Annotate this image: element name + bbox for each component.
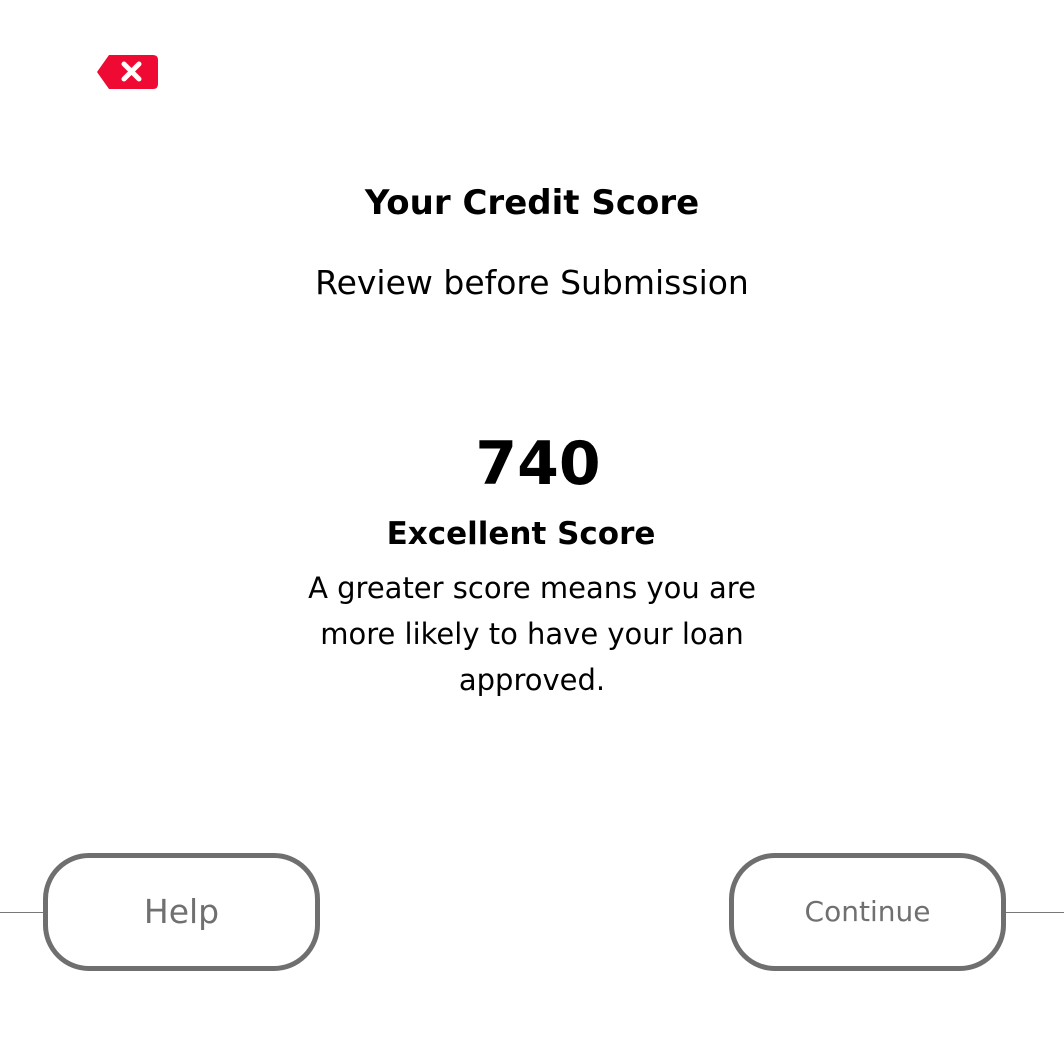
credit-score-value: 740 [475, 429, 601, 499]
page-title: Your Credit Score [364, 183, 700, 223]
backspace-x-icon [97, 55, 158, 89]
score-description: A greater score means you are more likel… [308, 571, 756, 697]
page-subtitle: Review before Submission [315, 263, 749, 302]
continue-button[interactable]: Continue [729, 853, 1006, 971]
score-rating-label: Excellent Score [386, 516, 656, 552]
footer-divider-right [1002, 912, 1064, 913]
help-button[interactable]: Help [43, 853, 320, 971]
footer-divider-left [0, 912, 46, 913]
close-button[interactable] [96, 53, 159, 91]
